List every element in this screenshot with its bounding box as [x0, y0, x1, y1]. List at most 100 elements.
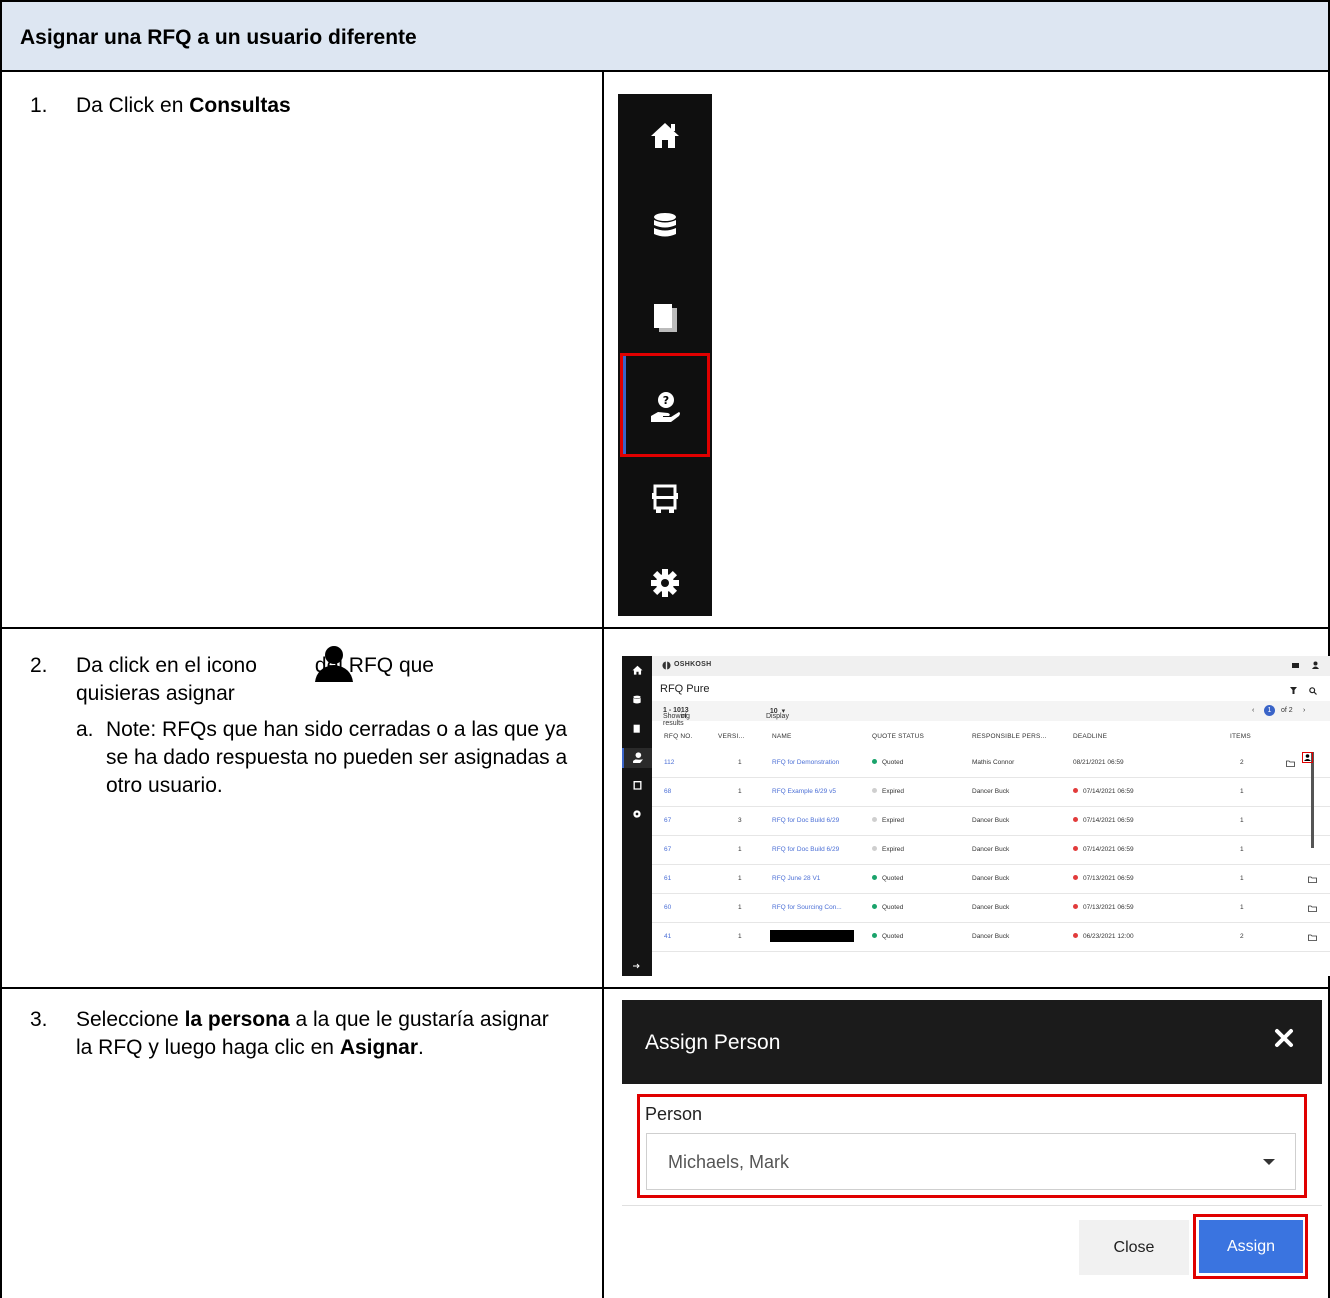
documents-icon[interactable] [618, 296, 712, 340]
folder-icon[interactable] [1308, 876, 1317, 883]
rfq-number[interactable]: 61 [664, 875, 671, 882]
rfq-version: 3 [738, 817, 742, 824]
rfq-number[interactable]: 68 [664, 788, 671, 795]
folder-icon[interactable] [1308, 905, 1317, 912]
table-row[interactable]: 41 1 Quoted Dancer Buck 06/23/2021 12:00 2 [652, 922, 1330, 952]
items-count: 1 [1240, 875, 1244, 882]
deadline: 07/14/2021 06:59 [1073, 788, 1134, 795]
status-dot [872, 759, 877, 764]
row-divider [0, 627, 1330, 629]
dialog-header: Assign Person [622, 1000, 1322, 1084]
quote-status: Expired [872, 846, 904, 853]
rfq-name[interactable]: RFQ June 28 V1 [772, 875, 820, 882]
step-number: 3. [30, 1008, 48, 1031]
next-page-icon[interactable]: › [1303, 707, 1305, 714]
expand-arrow-icon[interactable] [622, 956, 652, 976]
highlight-box [637, 1094, 1307, 1198]
brand-logo-icon [662, 661, 671, 670]
rfq-number[interactable]: 112 [664, 759, 674, 766]
results-summary: Showing results 1 - 10 of 13 [663, 707, 690, 727]
status-dot [872, 904, 877, 909]
rfq-number[interactable]: 60 [664, 904, 671, 911]
results-bar: Showing results 1 - 10 of 13 Display 10 … [652, 701, 1330, 727]
items-count: 1 [1240, 817, 1244, 824]
highlight-box [620, 353, 710, 457]
col-header-responsible-person[interactable]: RESPONSIBLE PERS... [972, 733, 1047, 740]
responsible-person: Dancer Buck [972, 875, 1010, 882]
highlight-box [1193, 1214, 1308, 1279]
rfq-version: 1 [738, 846, 742, 853]
table-row[interactable]: 67 1 RFQ for Doc Build 6/29 Expired Dancer B… [652, 835, 1330, 865]
home-icon[interactable] [618, 113, 712, 157]
status-dot [872, 933, 877, 938]
rfq-number[interactable]: 41 [664, 933, 671, 940]
col-header-rfq-no[interactable]: RFQ NO. [664, 733, 692, 740]
table-row[interactable]: 68 1 RFQ Example 6/29 v5 Expired Dancer Buck… [652, 777, 1330, 807]
database-icon[interactable] [622, 690, 652, 710]
database-icon[interactable] [618, 204, 712, 248]
deadline: 06/23/2021 12:00 [1073, 933, 1134, 940]
current-page[interactable]: 1 [1264, 705, 1275, 716]
status-dot [872, 846, 877, 851]
col-header-quote-status[interactable]: QUOTE STATUS [872, 733, 924, 740]
col-header-name[interactable]: NAME [772, 733, 792, 740]
status-dot [1073, 846, 1078, 851]
search-icon[interactable] [1309, 687, 1317, 695]
col-header-version[interactable]: VERSI... [718, 733, 745, 740]
quote-status: Quoted [872, 904, 903, 911]
step-1-text: Da Click en Consultas [76, 94, 291, 117]
col-header-deadline[interactable]: DEADLINE [1073, 733, 1107, 740]
rfq-name[interactable]: RFQ for Sourcing Con... [772, 904, 842, 911]
truck-icon[interactable] [622, 776, 652, 796]
page-title: Asignar una RFQ a un usuario diferente [20, 26, 417, 49]
close-icon[interactable] [1274, 1028, 1294, 1048]
dialog-title: Assign Person [645, 1031, 781, 1054]
rfq-name[interactable]: RFQ Example 6/29 v5 [772, 788, 836, 795]
gear-icon[interactable] [618, 561, 712, 605]
folder-icon[interactable] [1308, 934, 1317, 941]
rfq-version: 1 [738, 904, 742, 911]
quote-status: Quoted [872, 759, 903, 766]
status-dot [1073, 904, 1078, 909]
deadline: 07/13/2021 06:59 [1073, 904, 1134, 911]
col-header-items[interactable]: ITEMS [1230, 733, 1251, 740]
assign-person-icon[interactable] [1304, 754, 1311, 761]
status-dot [1073, 875, 1078, 880]
responsible-person: Dancer Buck [972, 788, 1010, 795]
display-select[interactable]: Display 10 ▾ [766, 707, 789, 720]
deadline: 07/14/2021 06:59 [1073, 846, 1134, 853]
responsible-person: Dancer Buck [972, 846, 1010, 853]
home-icon[interactable] [622, 660, 652, 680]
status-dot [872, 817, 877, 822]
user-icon[interactable] [1312, 661, 1319, 669]
table-row[interactable]: 60 1 RFQ for Sourcing Con... Quoted Dancer B… [652, 893, 1330, 923]
documents-icon[interactable] [622, 719, 652, 739]
filter-icon[interactable] [1290, 687, 1297, 694]
close-button[interactable]: Close [1079, 1220, 1189, 1275]
status-dot [1073, 817, 1078, 822]
table-row[interactable]: 112 1 RFQ for Demonstration Quoted Mathis Co… [652, 748, 1330, 778]
dialog-divider [622, 1205, 1322, 1206]
person-icon [313, 645, 355, 683]
rfq-number[interactable]: 67 [664, 817, 671, 824]
table-row[interactable]: 61 1 RFQ June 28 V1 Quoted Dancer Buck 07/13/… [652, 864, 1330, 894]
column-divider [602, 72, 604, 1298]
app-page-title: RFQ Pure [660, 683, 710, 695]
table-row[interactable]: 67 3 RFQ for Doc Build 6/29 Expired Dancer B… [652, 806, 1330, 836]
folder-icon[interactable] [1286, 760, 1295, 767]
notifications-icon[interactable] [1292, 662, 1300, 669]
rfq-name[interactable]: RFQ for Demonstration [772, 759, 839, 766]
table-header: Asignar una RFQ a un usuario diferente [2, 2, 1328, 72]
truck-icon[interactable] [618, 477, 712, 521]
prev-page-icon[interactable]: ‹ [1252, 707, 1254, 714]
status-dot [1073, 933, 1078, 938]
rfq-name[interactable]: RFQ for Doc Build 6/29 [772, 846, 839, 853]
brand-name: OSHKOSH [674, 661, 712, 668]
scrollbar[interactable] [1311, 752, 1314, 848]
rfq-name[interactable]: RFQ for Doc Build 6/29 [772, 817, 839, 824]
gear-icon[interactable] [622, 804, 652, 824]
rfq-number[interactable]: 67 [664, 846, 671, 853]
app-sidebar [622, 656, 652, 976]
redacted-name [770, 930, 854, 942]
inquiry-hand-icon[interactable] [622, 748, 652, 768]
